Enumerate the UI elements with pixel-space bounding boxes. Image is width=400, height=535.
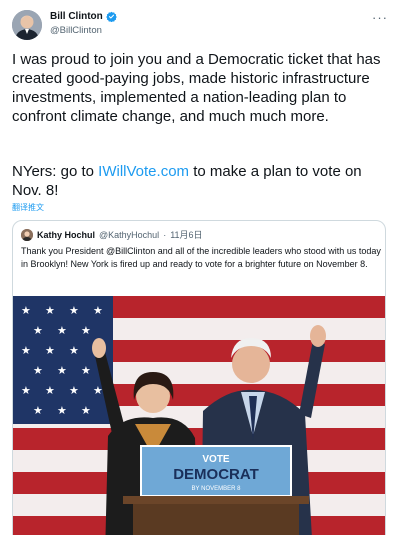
svg-text:★: ★ — [33, 405, 43, 417]
svg-text:★: ★ — [81, 325, 91, 337]
svg-text:★: ★ — [21, 385, 31, 397]
iwillvote-link[interactable]: IWillVote.com — [98, 163, 189, 180]
svg-text:★: ★ — [93, 385, 103, 397]
svg-text:★: ★ — [33, 325, 43, 337]
svg-text:★: ★ — [69, 305, 79, 317]
verified-badge-icon — [105, 11, 117, 22]
svg-text:★: ★ — [69, 385, 79, 397]
svg-text:★: ★ — [69, 345, 79, 357]
svg-text:★: ★ — [57, 325, 67, 337]
more-options-icon[interactable]: ··· — [372, 10, 388, 25]
svg-text:★: ★ — [81, 405, 91, 417]
quoted-tweet[interactable]: Kathy Hochul @KathyHochul · 11月6日 Thank … — [12, 220, 386, 535]
author-name[interactable]: Bill Clinton — [50, 11, 103, 22]
tweet-header: Bill Clinton @BillClinton ··· — [12, 8, 388, 48]
translate-tweet-link[interactable]: 翻译推文 — [12, 202, 44, 213]
podium-sign-line2: DEMOCRAT — [173, 466, 259, 483]
quoted-date[interactable]: 11月6日 — [170, 228, 202, 241]
svg-text:★: ★ — [93, 305, 103, 317]
quoted-author-handle[interactable]: @KathyHochul — [99, 230, 159, 240]
quoted-separator: · — [163, 229, 167, 240]
svg-text:★: ★ — [45, 305, 55, 317]
podium: VOTE DEMOCRAT BY NOVEMBER 8 — [123, 445, 309, 535]
quoted-author-name[interactable]: Kathy Hochul — [37, 230, 95, 240]
quoted-text: Thank you President @BillClinton and all… — [21, 246, 381, 269]
avatar[interactable] — [12, 10, 42, 40]
tweet-text-cta: NYers: go to IWillVote.com to make a pla… — [12, 162, 392, 200]
svg-text:★: ★ — [21, 305, 31, 317]
tweet-text: I was proud to join you and a Democratic… — [12, 51, 381, 125]
svg-text:★: ★ — [57, 365, 67, 377]
avatar-image — [12, 10, 42, 40]
quoted-photo[interactable]: ★★★★ ★★★ ★★★★ ★★★ ★★★★ ★★★ — [13, 296, 386, 535]
cta-prefix: NYers: go to — [12, 163, 99, 180]
svg-text:★: ★ — [57, 405, 67, 417]
svg-text:★: ★ — [45, 345, 55, 357]
author-handle[interactable]: @BillClinton — [50, 25, 102, 36]
podium-sign-line3: BY NOVEMBER 8 — [192, 486, 242, 492]
quoted-avatar-image — [21, 228, 33, 241]
svg-text:★: ★ — [45, 385, 55, 397]
svg-text:★: ★ — [33, 365, 43, 377]
quoted-avatar[interactable] — [21, 228, 33, 241]
podium-sign-line1: VOTE — [202, 454, 230, 465]
svg-text:★: ★ — [81, 365, 91, 377]
svg-text:★: ★ — [21, 345, 31, 357]
